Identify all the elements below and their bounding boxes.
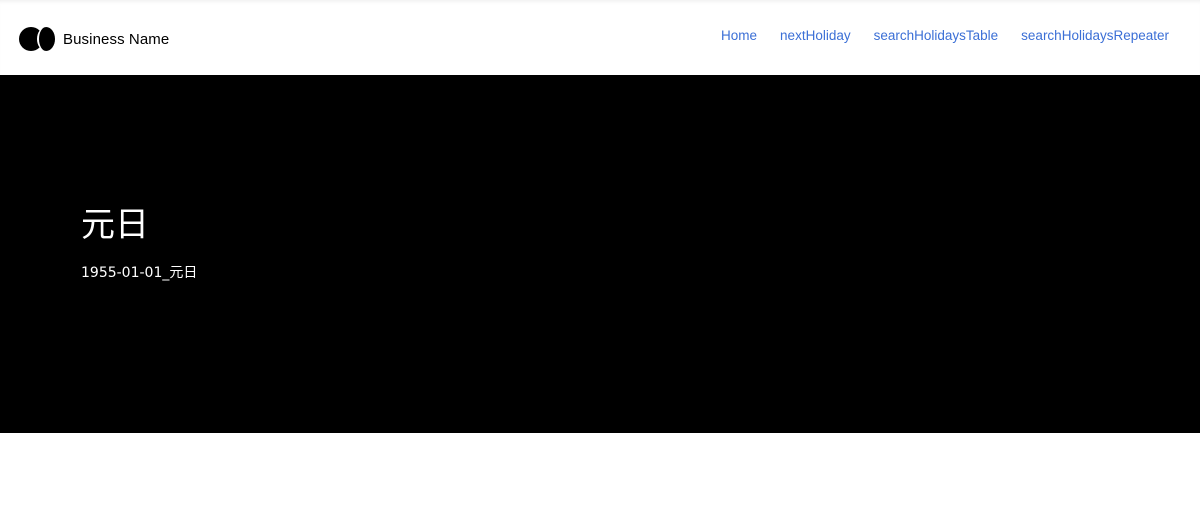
holiday-subtitle: 1955-01-01_元日	[81, 265, 198, 281]
hero-section: 元日 1955-01-01_元日	[0, 75, 1200, 433]
nav-item-home[interactable]: Home	[721, 28, 757, 43]
nav-item-search-holidays-repeater[interactable]: searchHolidaysRepeater	[1021, 28, 1169, 43]
two-circles-logo-icon[interactable]	[19, 27, 55, 51]
holiday-title: 元日	[81, 205, 149, 245]
nav-item-next-holiday[interactable]: nextHoliday	[780, 28, 851, 43]
brand-name[interactable]: Business Name	[63, 31, 169, 48]
nav-item-search-holidays-table[interactable]: searchHolidaysTable	[874, 28, 999, 43]
brand[interactable]: Business Name	[19, 27, 169, 51]
site-header: Business Name Home nextHoliday searchHol…	[0, 0, 1200, 75]
main-nav: Home nextHoliday searchHolidaysTable sea…	[698, 28, 1169, 43]
